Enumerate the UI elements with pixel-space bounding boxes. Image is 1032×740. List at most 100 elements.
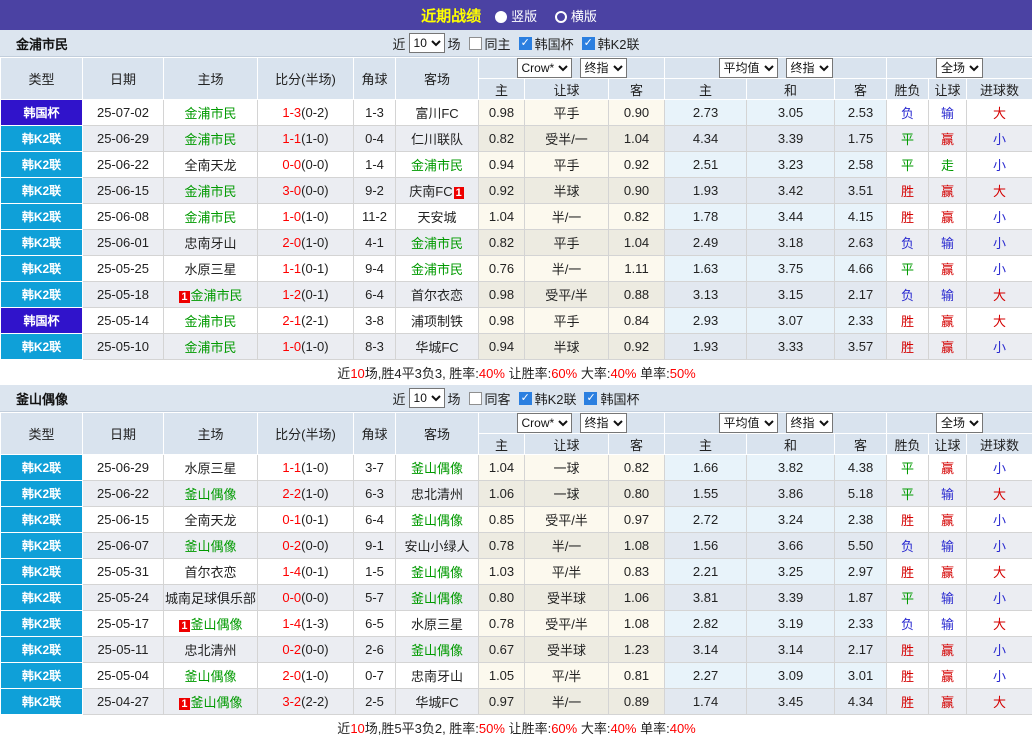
- result-goals: 大: [967, 178, 1032, 204]
- team-name[interactable]: 金浦市民: [184, 314, 236, 329]
- odds-source-header: 平均值终指: [665, 413, 887, 434]
- match-row: 韩K2联25-06-22全南天龙0-0(0-0)1-4金浦市民0.94平手0.9…: [1, 152, 1032, 178]
- team-name[interactable]: 忠北清州: [184, 643, 236, 658]
- team-name[interactable]: 水原三星: [411, 617, 463, 632]
- match-count-select[interactable]: 10: [409, 33, 445, 53]
- team-name[interactable]: 釜山偶像: [184, 669, 236, 684]
- home-team-cell: 水原三星: [164, 455, 258, 481]
- odds-source-select[interactable]: 平均值: [719, 413, 778, 433]
- league-type-badge: 韩K2联: [1, 256, 83, 282]
- team-name[interactable]: 金浦市民: [184, 106, 236, 121]
- filter-checkbox[interactable]: [519, 392, 532, 405]
- result-handicap: 走: [929, 152, 967, 178]
- match-row: 韩K2联25-06-15全南天龙0-1(0-1)6-4釜山偶像0.85受平/半0…: [1, 507, 1032, 533]
- odds-source-select[interactable]: 全场: [936, 413, 983, 433]
- team-name[interactable]: 釜山偶像: [191, 617, 243, 632]
- team-name[interactable]: 釜山偶像: [411, 565, 463, 580]
- odds-source-select[interactable]: Crow*: [517, 58, 572, 78]
- odds-handicap: 受平/半: [525, 282, 609, 308]
- away-team-cell: 釜山偶像: [396, 637, 479, 663]
- team-name[interactable]: 首尔衣恋: [411, 288, 463, 303]
- team-name[interactable]: 金浦市民: [411, 262, 463, 277]
- odds-source-select[interactable]: 全场: [936, 58, 983, 78]
- team-name[interactable]: 金浦市民: [184, 210, 236, 225]
- filter-checkbox[interactable]: [582, 37, 595, 50]
- team-name[interactable]: 金浦市民: [191, 288, 243, 303]
- odds-home: 1.04: [479, 455, 525, 481]
- team-name[interactable]: 釜山偶像: [411, 513, 463, 528]
- match-date: 25-06-07: [83, 533, 164, 559]
- filter-bar: 近10场同主韩国杯韩K2联: [393, 33, 640, 53]
- team-name[interactable]: 釜山偶像: [411, 643, 463, 658]
- team-name[interactable]: 富川FC: [415, 106, 458, 121]
- column-header: 客场: [396, 58, 479, 100]
- team-name[interactable]: 釜山偶像: [184, 539, 236, 554]
- filter-checkbox-label: 韩国杯: [535, 34, 574, 53]
- team-name[interactable]: 城南足球俱乐部: [165, 591, 256, 606]
- filter-checkbox[interactable]: [469, 392, 482, 405]
- vertical-layout-radio[interactable]: [495, 11, 507, 23]
- team-name[interactable]: 华城FC: [415, 340, 458, 355]
- odds-source-header: 平均值终指: [665, 58, 887, 79]
- header-row-top: 类型日期主场比分(半场)角球客场Crow*终指平均值终指全场: [1, 413, 1032, 434]
- red-card-badge: 1: [179, 698, 189, 710]
- match-count-select[interactable]: 10: [409, 388, 445, 408]
- odds-handicap: 半/一: [525, 256, 609, 282]
- team-name[interactable]: 忠南牙山: [411, 669, 463, 684]
- match-date: 25-05-10: [83, 334, 164, 360]
- team-name[interactable]: 金浦市民: [184, 184, 236, 199]
- filter-checkbox[interactable]: [469, 37, 482, 50]
- team-name[interactable]: 釜山偶像: [411, 591, 463, 606]
- games-label: 场: [448, 389, 461, 408]
- team-name[interactable]: 釜山偶像: [184, 487, 236, 502]
- match-date: 25-05-14: [83, 308, 164, 334]
- team-name[interactable]: 全南天龙: [184, 513, 236, 528]
- team-name[interactable]: 庆南FC: [409, 184, 452, 199]
- avg-home: 2.73: [665, 100, 747, 126]
- avg-away: 2.63: [835, 230, 887, 256]
- home-team-cell: 金浦市民: [164, 308, 258, 334]
- team-name[interactable]: 全南天龙: [184, 158, 236, 173]
- score-cell: 1-4(1-3): [258, 611, 354, 637]
- team-name[interactable]: 安山小绿人: [404, 539, 469, 554]
- team-name[interactable]: 釜山偶像: [191, 695, 243, 710]
- team-name[interactable]: 华城FC: [415, 695, 458, 710]
- filter-checkbox[interactable]: [519, 37, 532, 50]
- odds-home: 0.92: [479, 178, 525, 204]
- home-team-cell: 1釜山偶像: [164, 611, 258, 637]
- corner-cell: 2-6: [354, 637, 396, 663]
- team-name[interactable]: 釜山偶像: [411, 461, 463, 476]
- team-name[interactable]: 水原三星: [184, 262, 236, 277]
- odds-source-select[interactable]: 平均值: [719, 58, 778, 78]
- team-name[interactable]: 水原三星: [184, 461, 236, 476]
- corner-cell: 5-7: [354, 585, 396, 611]
- league-type-badge: 韩K2联: [1, 481, 83, 507]
- league-type-badge: 韩K2联: [1, 637, 83, 663]
- team-name[interactable]: 金浦市民: [411, 236, 463, 251]
- odds-away: 0.81: [609, 663, 665, 689]
- match-row: 韩K2联25-06-08金浦市民1-0(1-0)11-2天安城1.04半/一0.…: [1, 204, 1032, 230]
- team-name[interactable]: 首尔衣恋: [184, 565, 236, 580]
- column-header: 角球: [354, 413, 396, 455]
- horizontal-layout-radio[interactable]: [555, 11, 567, 23]
- team-name[interactable]: 金浦市民: [184, 132, 236, 147]
- team-name[interactable]: 忠南牙山: [184, 236, 236, 251]
- odds-source-select[interactable]: 终指: [580, 413, 627, 433]
- avg-away: 4.66: [835, 256, 887, 282]
- team-name[interactable]: 金浦市民: [411, 158, 463, 173]
- red-card-badge: 1: [454, 187, 464, 199]
- odds-source-select[interactable]: Crow*: [517, 413, 572, 433]
- column-header: 客场: [396, 413, 479, 455]
- team-name[interactable]: 忠北清州: [411, 487, 463, 502]
- team-name[interactable]: 浦项制铁: [411, 314, 463, 329]
- team-name[interactable]: 天安城: [417, 210, 456, 225]
- odds-source-select[interactable]: 终指: [786, 58, 833, 78]
- match-date: 25-06-29: [83, 126, 164, 152]
- filter-checkbox[interactable]: [584, 392, 597, 405]
- away-team-cell: 釜山偶像: [396, 559, 479, 585]
- team-name[interactable]: 仁川联队: [411, 132, 463, 147]
- odds-source-select[interactable]: 终指: [786, 413, 833, 433]
- team-name[interactable]: 金浦市民: [184, 340, 236, 355]
- home-team-cell: 釜山偶像: [164, 533, 258, 559]
- odds-source-select[interactable]: 终指: [580, 58, 627, 78]
